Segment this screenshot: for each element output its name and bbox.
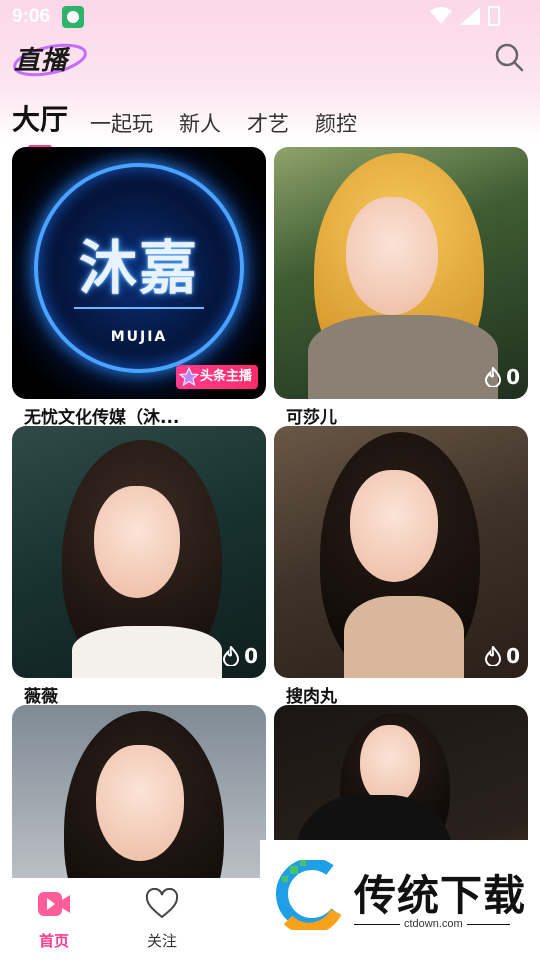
portrait-face <box>346 197 438 315</box>
portrait-body <box>308 315 498 399</box>
watermark-text: 传统下载 <box>354 871 527 920</box>
popularity-counter: 0 <box>484 644 520 668</box>
room-name: 搜肉丸 <box>286 687 337 707</box>
room-thumbnail <box>274 426 528 678</box>
app-notification-icon <box>62 6 84 28</box>
watermark-url: ctdown.com <box>400 918 467 930</box>
room-thumbnail <box>12 426 266 678</box>
heat-value: 0 <box>506 365 520 389</box>
battery-icon <box>488 6 500 26</box>
nav-following[interactable]: 关注 <box>122 878 202 960</box>
star-icon <box>178 367 199 387</box>
thumbnail-subtitle: MUJIA <box>110 329 168 345</box>
portrait-body <box>344 596 464 678</box>
flame-icon <box>485 367 502 387</box>
status-bar: 9:06 <box>0 0 540 34</box>
room-name: 薇薇 <box>24 687 58 707</box>
wifi-icon <box>430 7 452 24</box>
flame-icon <box>223 646 240 666</box>
search-icon[interactable] <box>494 42 524 72</box>
top-streamer-badge: 头条主播 <box>175 365 258 389</box>
tab-looks[interactable]: 颜控 <box>315 108 357 138</box>
category-tabs: 大厅 一起玩 新人 才艺 颜控 <box>12 94 383 150</box>
header: 直播 <box>0 36 540 86</box>
popularity-counter: 0 <box>484 365 520 389</box>
heat-value: 0 <box>506 644 520 668</box>
room-thumbnail: 沐嘉 MUJIA <box>12 147 266 399</box>
status-time: 9:06 <box>12 6 51 27</box>
live-room-card[interactable]: 0 <box>12 426 266 678</box>
thumbnail-title: 沐嘉 <box>78 234 199 302</box>
heat-value: 0 <box>244 644 258 668</box>
flame-icon <box>485 646 502 666</box>
tab-play-together[interactable]: 一起玩 <box>90 108 153 138</box>
nav-home[interactable]: 首页 <box>14 878 94 960</box>
tab-newcomer[interactable]: 新人 <box>179 108 221 138</box>
app-logo: 直播 <box>14 46 69 76</box>
signal-icon <box>460 7 480 25</box>
heart-icon <box>145 888 179 919</box>
portrait-face <box>350 470 438 582</box>
portrait-face <box>360 725 420 805</box>
live-video-icon <box>38 892 70 916</box>
decorative-divider <box>74 307 204 309</box>
nav-home-label: 首页 <box>38 932 69 950</box>
live-room-card[interactable]: 0 <box>274 426 528 678</box>
room-name: 无忧文化传媒（沐... <box>24 408 180 428</box>
portrait-body <box>72 626 222 678</box>
watermark-logo <box>276 860 342 930</box>
popularity-counter: 0 <box>222 644 258 668</box>
nav-following-label: 关注 <box>146 932 177 950</box>
badge-label: 头条主播 <box>199 369 252 384</box>
live-room-card[interactable]: 沐嘉 MUJIA 头条主播 <box>12 147 266 399</box>
portrait-face <box>94 486 180 598</box>
watermark: 传统下载 ctdown.com <box>260 840 540 940</box>
portrait-face <box>96 745 184 861</box>
live-room-card[interactable]: 0 <box>274 147 528 399</box>
tab-hall[interactable]: 大厅 <box>12 98 68 150</box>
room-thumbnail <box>274 147 528 399</box>
tab-talent[interactable]: 才艺 <box>247 108 289 138</box>
room-name: 可莎儿 <box>286 408 337 428</box>
system-icons <box>430 6 500 26</box>
